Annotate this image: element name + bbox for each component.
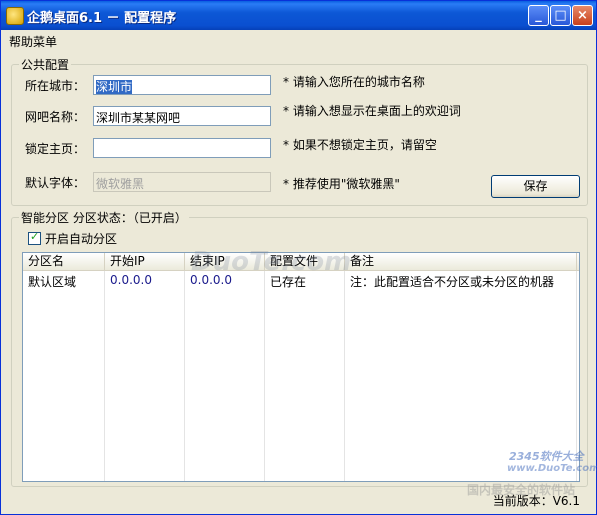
netbar-label: 网吧名称： <box>25 110 86 124</box>
grid-line <box>184 271 185 481</box>
grid-line <box>264 271 265 481</box>
city-input[interactable]: 深圳市 <box>93 75 271 95</box>
title-bar[interactable]: 企鹅桌面6.1 － 配置程序 _ □ × <box>1 1 596 30</box>
menu-bar: 帮助菜单 <box>1 30 596 50</box>
cell-start-ip: 0.0.0.0 <box>110 273 152 287</box>
auto-partition-checkbox[interactable]: ✓ <box>28 230 41 245</box>
font-hint: * 推荐使用"微软雅黑" <box>283 177 400 191</box>
config-window: 企鹅桌面6.1 － 配置程序 _ □ × 帮助菜单 公共配置 所在城市： 深圳市… <box>0 0 597 515</box>
watermark-site: www.DuoTe.com <box>507 463 597 474</box>
homepage-label: 锁定主页： <box>25 142 86 156</box>
col-header-name[interactable]: 分区名 <box>23 253 105 270</box>
maximize-button[interactable]: □ <box>550 5 571 26</box>
font-label: 默认字体： <box>25 176 86 190</box>
homepage-input[interactable] <box>93 138 271 158</box>
watermark-center: DuoTe.com <box>191 247 352 277</box>
city-label: 所在城市： <box>25 79 86 93</box>
netbar-hint: * 请输入想显示在桌面上的欢迎词 <box>283 104 461 118</box>
grid-line <box>104 271 105 481</box>
app-icon <box>6 7 24 25</box>
auto-partition-label[interactable]: 开启自动分区 <box>45 230 117 247</box>
partition-list[interactable]: 分区名 开始IP 结束IP 配置文件 备注 默认区域 0.0.0.0 0.0.0… <box>22 252 580 482</box>
close-button[interactable]: × <box>572 5 593 26</box>
smart-partition-legend: 智能分区 分区状态：（已开启） <box>19 209 189 226</box>
public-config-legend: 公共配置 <box>19 56 72 73</box>
city-value: 深圳市 <box>96 80 133 94</box>
menu-help[interactable]: 帮助菜单 <box>9 33 57 50</box>
cell-remark: 注：此配置适合不分区或未分区的机器 <box>350 275 555 289</box>
city-hint: * 请输入您所在的城市名称 <box>283 75 425 89</box>
homepage-hint: * 如果不想锁定主页，请留空 <box>283 138 437 152</box>
col-header-start-ip[interactable]: 开始IP <box>105 253 185 270</box>
cell-name: 默认区域 <box>28 275 77 289</box>
col-header-remark[interactable]: 备注 <box>345 253 577 270</box>
minimize-button[interactable]: _ <box>528 5 549 26</box>
font-input: 微软雅黑 <box>93 172 271 192</box>
watermark-brand: 2345软件大全 <box>509 450 584 463</box>
check-icon: ✓ <box>30 230 40 243</box>
save-button[interactable]: 保存 <box>491 175 580 198</box>
window-title: 企鹅桌面6.1 － 配置程序 <box>27 11 177 26</box>
grid-line <box>344 271 345 481</box>
version-status: 当前版本：V6.1 <box>492 494 580 508</box>
netbar-input[interactable]: 深圳市某某网吧 <box>93 106 271 126</box>
